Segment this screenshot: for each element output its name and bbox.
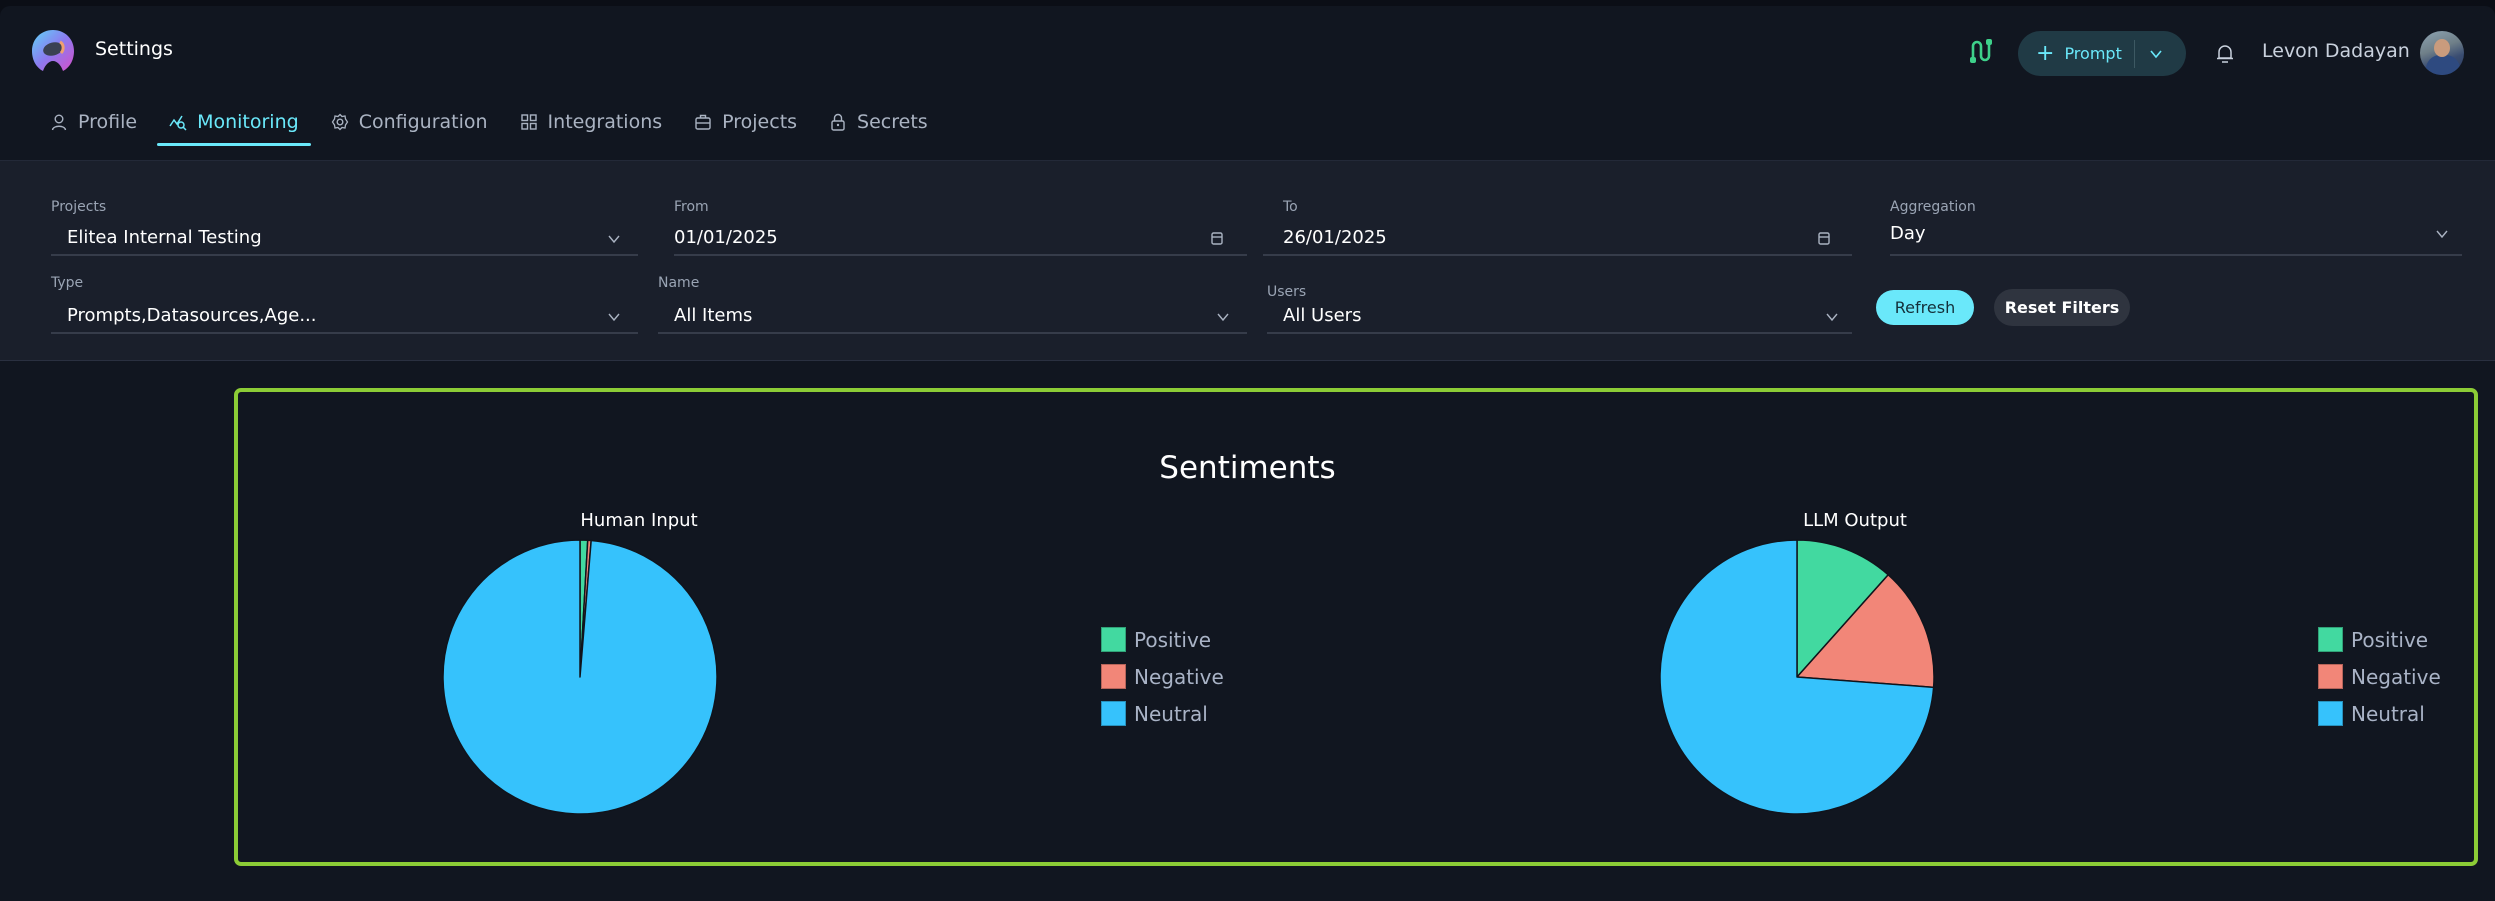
grid-icon	[520, 114, 537, 130]
legend-human-input: Positive Negative Neutral	[1101, 621, 1224, 732]
field-underline	[674, 254, 1247, 256]
legend-item-negative[interactable]: Negative	[2318, 658, 2441, 695]
prompt-button-label: Prompt	[2064, 44, 2122, 63]
pie-title-llm-output: LLM Output	[1803, 510, 1907, 531]
calendar-icon[interactable]	[1209, 230, 1225, 246]
name-select[interactable]: Name All Items	[658, 275, 1247, 334]
chevron-down-icon[interactable]	[1215, 309, 1231, 325]
page-title: Settings	[95, 38, 173, 60]
field-underline	[51, 254, 638, 256]
tab-label: Integrations	[547, 111, 663, 133]
name-label: Name	[658, 275, 700, 291]
legend-llm-output: Positive Negative Neutral	[2318, 621, 2441, 732]
user-icon	[51, 114, 67, 131]
plus-icon: +	[2036, 40, 2055, 66]
field-underline	[658, 332, 1247, 334]
user-name[interactable]: Levon Dadayan	[2262, 40, 2410, 62]
chevron-down-icon[interactable]	[1824, 309, 1840, 325]
monitoring-icon	[169, 115, 187, 131]
bell-icon[interactable]	[2215, 42, 2235, 64]
chevron-down-icon[interactable]	[2149, 47, 2163, 61]
legend-label: Negative	[2351, 664, 2441, 689]
from-value: 01/01/2025	[674, 227, 778, 248]
tab-label: Monitoring	[197, 111, 299, 133]
elitea-logo[interactable]	[30, 28, 76, 74]
users-value: All Users	[1283, 305, 1362, 326]
legend-swatch	[1101, 701, 1126, 726]
chevron-down-icon[interactable]	[2434, 226, 2450, 242]
aggregation-label: Aggregation	[1890, 199, 1976, 215]
aggregation-value: Day	[1890, 223, 1926, 244]
projects-value: Elitea Internal Testing	[67, 227, 262, 248]
gear-icon	[331, 113, 348, 131]
legend-label: Positive	[1134, 627, 1212, 652]
avatar[interactable]	[2420, 31, 2464, 75]
tab-monitoring[interactable]: Monitoring	[157, 104, 311, 146]
briefcase-icon	[695, 114, 711, 130]
new-prompt-button[interactable]: + Prompt	[2018, 31, 2186, 76]
avatar-body	[2426, 55, 2460, 75]
legend-item-positive[interactable]: Positive	[2318, 621, 2441, 658]
name-value: All Items	[674, 305, 753, 326]
field-underline	[1263, 254, 1852, 256]
avatar-head	[2434, 39, 2450, 57]
legend-swatch	[2318, 664, 2343, 689]
field-underline	[1267, 332, 1852, 334]
type-value: Prompts,Datasources,Age...	[67, 305, 317, 326]
to-value: 26/01/2025	[1283, 227, 1387, 248]
legend-label: Negative	[1134, 664, 1224, 689]
tab-configuration[interactable]: Configuration	[319, 104, 500, 140]
tab-integrations[interactable]: Integrations	[508, 104, 675, 140]
tab-profile[interactable]: Profile	[50, 104, 149, 140]
aggregation-select[interactable]: Aggregation Day	[1890, 199, 2462, 256]
legend-label: Neutral	[2351, 701, 2425, 726]
settings-tabs: Profile Monitoring Configuration Integra…	[50, 104, 948, 146]
chevron-down-icon[interactable]	[606, 231, 622, 247]
field-underline	[1890, 254, 2462, 256]
flow-icon[interactable]	[1968, 38, 1992, 64]
to-label: To	[1283, 199, 1298, 215]
lock-icon	[831, 113, 845, 131]
legend-item-neutral[interactable]: Neutral	[2318, 695, 2441, 732]
projects-label: Projects	[51, 199, 107, 215]
users-select[interactable]: Users All Users	[1267, 284, 1852, 334]
projects-select[interactable]: Projects Elitea Internal Testing	[51, 199, 638, 256]
pie-title-human-input: Human Input	[580, 510, 698, 531]
calendar-icon[interactable]	[1816, 230, 1832, 246]
legend-swatch	[1101, 627, 1126, 652]
tab-label: Profile	[78, 111, 138, 133]
chevron-down-icon[interactable]	[606, 309, 622, 325]
reset-filters-button[interactable]: Reset Filters	[1994, 289, 2130, 326]
tab-label: Projects	[722, 111, 798, 133]
tab-label: Secrets	[857, 111, 928, 133]
legend-item-positive[interactable]: Positive	[1101, 621, 1224, 658]
button-divider	[2133, 39, 2135, 68]
from-date-field[interactable]: From 01/01/2025	[674, 199, 1247, 256]
users-label: Users	[1267, 284, 1307, 300]
legend-swatch	[1101, 664, 1126, 689]
tab-projects[interactable]: Projects	[682, 104, 809, 140]
type-select[interactable]: Type Prompts,Datasources,Age...	[51, 275, 638, 334]
legend-item-negative[interactable]: Negative	[1101, 658, 1224, 695]
legend-swatch	[2318, 627, 2343, 652]
type-label: Type	[51, 275, 84, 291]
legend-label: Neutral	[1134, 701, 1208, 726]
to-date-field[interactable]: To 26/01/2025	[1263, 199, 1852, 256]
field-underline	[51, 332, 638, 334]
legend-item-neutral[interactable]: Neutral	[1101, 695, 1224, 732]
refresh-button[interactable]: Refresh	[1876, 290, 1974, 325]
chart-title: Sentiments	[1159, 450, 1336, 486]
legend-swatch	[2318, 701, 2343, 726]
legend-label: Positive	[2351, 627, 2429, 652]
tab-label: Configuration	[358, 111, 488, 133]
from-label: From	[674, 199, 709, 215]
tab-secrets[interactable]: Secrets	[817, 104, 940, 140]
